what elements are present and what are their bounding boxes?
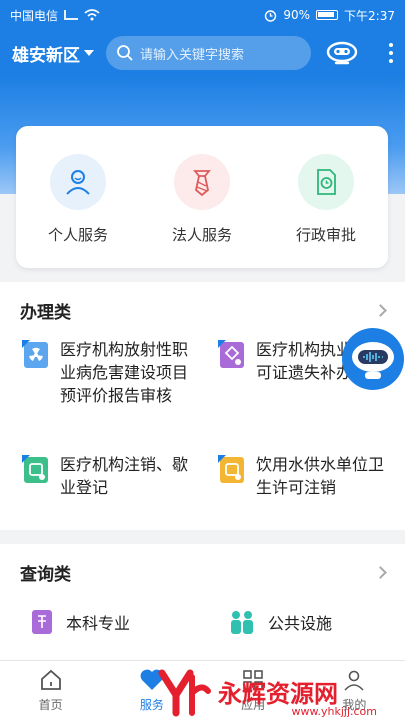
list-item[interactable]: 公共设施 bbox=[228, 608, 332, 636]
admin-approval-label: 行政审批 bbox=[295, 225, 356, 244]
city-label: 雄安新区 bbox=[12, 45, 80, 66]
admin-approval-button[interactable]: 行政审批 bbox=[271, 153, 381, 245]
top-bar: 雄安新区 请输入关键字搜索 bbox=[0, 30, 405, 76]
list-item[interactable]: 医疗机构注销、歇业登记 bbox=[22, 453, 197, 499]
book-icon bbox=[32, 610, 52, 634]
tab-label: 首页 bbox=[38, 698, 63, 712]
item-label: 公共设施 bbox=[268, 614, 333, 633]
query-section-header[interactable]: 查询类 bbox=[0, 544, 405, 600]
watermark: 永辉资源网 www.yhkjjj.com bbox=[158, 663, 405, 720]
search-icon bbox=[117, 45, 133, 61]
clock: 下午2:37 bbox=[344, 8, 395, 23]
home-icon bbox=[40, 669, 61, 690]
list-item[interactable]: 饮用水供水单位卫生许可注销 bbox=[218, 453, 393, 499]
personal-service-label: 个人服务 bbox=[47, 225, 108, 244]
item-label: 医疗机构注销、歇业登记 bbox=[60, 455, 189, 497]
alarm-icon bbox=[265, 9, 277, 22]
document-clock-icon bbox=[298, 153, 354, 210]
item-label: 本科专业 bbox=[66, 614, 131, 633]
radiation-doc-icon bbox=[22, 340, 48, 368]
watermark-text: 永辉资源网 bbox=[218, 680, 338, 708]
section-title: 查询类 bbox=[20, 564, 71, 585]
battery-icon bbox=[316, 10, 339, 20]
floating-assistant-icon[interactable] bbox=[341, 327, 405, 391]
tie-icon bbox=[174, 153, 230, 210]
tab-home[interactable]: 首页 bbox=[0, 661, 101, 720]
cancel-doc-icon bbox=[22, 455, 48, 483]
robot-assistant-icon[interactable] bbox=[325, 41, 359, 65]
status-bar: 中国电信 90% 下午2:37 bbox=[0, 0, 405, 30]
city-selector[interactable]: 雄安新区 bbox=[12, 41, 94, 66]
service-categories: 个人服务 法人服务 行政审批 bbox=[16, 126, 388, 268]
license-doc-icon bbox=[218, 340, 244, 368]
list-item[interactable]: 本科专业 bbox=[30, 608, 130, 636]
section-title: 办理类 bbox=[20, 302, 71, 323]
more-menu-icon[interactable] bbox=[389, 43, 393, 63]
watermark-url: www.yhkjjj.com bbox=[291, 705, 378, 718]
list-item[interactable]: 医疗机构放射性职业病危害建设项目预评价报告审核 bbox=[22, 338, 197, 407]
handle-section: 办理类 医疗机构放射性职业病危害建设项目预评价报告审核 医疗机构执业许可证遗失补… bbox=[0, 282, 405, 530]
wifi-icon bbox=[84, 9, 100, 21]
carrier-label: 中国电信 bbox=[10, 8, 59, 23]
chevron-right-icon bbox=[374, 565, 387, 579]
chevron-down-icon bbox=[84, 50, 94, 56]
item-label: 医疗机构放射性职业病危害建设项目预评价报告审核 bbox=[60, 340, 189, 405]
chevron-right-icon bbox=[374, 303, 387, 317]
legal-person-service-button[interactable]: 法人服务 bbox=[147, 153, 257, 245]
watermark-logo bbox=[158, 669, 211, 716]
water-supply-doc-icon bbox=[218, 455, 244, 483]
search-input[interactable]: 请输入关键字搜索 bbox=[106, 36, 311, 70]
legal-person-service-label: 法人服务 bbox=[171, 225, 232, 244]
battery-percent: 90% bbox=[283, 8, 311, 22]
item-label: 饮用水供水单位卫生许可注销 bbox=[256, 455, 385, 497]
personal-service-button[interactable]: 个人服务 bbox=[23, 153, 133, 245]
query-section: 查询类 本科专业 公共设施 bbox=[0, 544, 405, 660]
people-icon bbox=[231, 611, 253, 634]
person-icon bbox=[50, 153, 106, 210]
search-placeholder: 请输入关键字搜索 bbox=[140, 47, 245, 63]
signal-icon bbox=[64, 10, 79, 20]
